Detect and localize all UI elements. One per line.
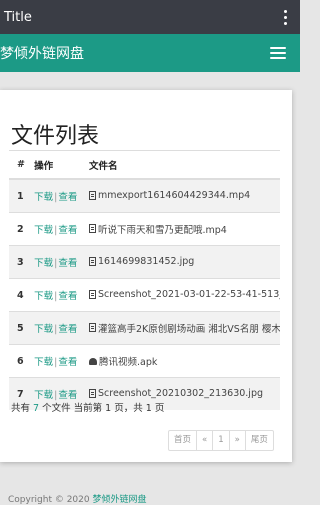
- col-header-number: #: [9, 150, 34, 180]
- download-link[interactable]: 下载: [34, 357, 53, 368]
- app-bar-title: Title: [4, 9, 32, 25]
- table-row: 6 下载|查看 腾讯视频.apk: [9, 344, 280, 378]
- row-number: 1: [9, 178, 34, 213]
- file-icon: [89, 190, 96, 200]
- row-number: 6: [9, 344, 34, 378]
- col-header-actions: 操作: [33, 150, 88, 180]
- download-link[interactable]: 下载: [34, 291, 53, 302]
- file-icon: [89, 224, 96, 234]
- view-link[interactable]: 查看: [58, 192, 77, 203]
- table-header-row: # 操作 文件名: [9, 150, 280, 180]
- pagination: 首页 « 1 » 尾页: [168, 430, 274, 451]
- footer-site-link[interactable]: 梦倾外链网盘: [92, 495, 146, 505]
- table-row: 4 下载|查看 Screenshot_2021-03-01-22-53-41-5…: [9, 278, 280, 312]
- file-name-text: Screenshot_2021-03-01-22-53-41-513_com.t: [98, 288, 280, 300]
- current-page[interactable]: 1: [212, 431, 228, 450]
- footer: Copyright © 2020 梦倾外链网盘: [8, 492, 146, 505]
- table-row: 5 下载|查看 灌篮高手2K原创剧场动画 湘北VS名朋 樱木花: [9, 311, 280, 345]
- file-count: 7: [33, 403, 40, 414]
- copyright-text: Copyright © 2020: [8, 495, 93, 505]
- file-name[interactable]: 1614699831452.jpg: [89, 256, 194, 267]
- file-name-text: mmexport1614604429344.mp4: [98, 189, 251, 201]
- first-page-button[interactable]: 首页: [169, 431, 196, 450]
- app-bar: Title: [0, 0, 300, 34]
- col-header-filename: 文件名: [88, 150, 280, 180]
- row-number: 5: [9, 311, 34, 345]
- file-icon: [89, 256, 96, 266]
- view-link[interactable]: 查看: [58, 357, 77, 368]
- file-name[interactable]: 灌篮高手2K原创剧场动画 湘北VS名朋 樱木花: [89, 321, 280, 335]
- page-title: 文件列表: [11, 124, 100, 149]
- next-page-button[interactable]: »: [228, 431, 245, 450]
- file-name-text: 1614699831452.jpg: [98, 255, 195, 267]
- site-title[interactable]: 梦倾外链网盘: [0, 43, 84, 63]
- file-icon: [89, 323, 96, 333]
- file-table: # 操作 文件名 1 下载|查看 mmexport1614604429344.m…: [9, 150, 280, 410]
- last-page-button[interactable]: 尾页: [244, 431, 273, 450]
- download-link[interactable]: 下载: [34, 192, 53, 203]
- view-link[interactable]: 查看: [58, 291, 77, 302]
- row-number: 3: [9, 245, 34, 279]
- download-link[interactable]: 下载: [34, 258, 53, 269]
- table-row: 2 下载|查看 听说下雨天和雪乃更配哦.mp4: [9, 212, 280, 246]
- file-name-text: Screenshot_20210302_213630.jpg: [98, 387, 264, 399]
- summary-suffix: 个文件 当前第 1 页，共 1 页: [42, 403, 165, 414]
- download-link[interactable]: 下载: [34, 324, 53, 335]
- row-number: 4: [9, 278, 34, 312]
- file-name[interactable]: 听说下雨天和雪乃更配哦.mp4: [89, 222, 227, 236]
- file-name[interactable]: 腾讯视频.apk: [89, 354, 157, 368]
- more-vert-icon[interactable]: [278, 7, 292, 27]
- file-count-summary: 共有 7 个文件 当前第 1 页，共 1 页: [11, 400, 164, 414]
- row-number: 2: [9, 212, 34, 246]
- view-link[interactable]: 查看: [58, 258, 77, 269]
- view-link[interactable]: 查看: [58, 324, 77, 335]
- file-name[interactable]: Screenshot_2021-03-01-22-53-41-513_com.t: [89, 289, 280, 300]
- file-name-text: 腾讯视频.apk: [99, 357, 158, 368]
- file-name-text: 灌篮高手2K原创剧场动画 湘北VS名朋 樱木花: [98, 323, 280, 335]
- file-name-text: 听说下雨天和雪乃更配哦.mp4: [98, 224, 227, 236]
- table-row: 1 下载|查看 mmexport1614604429344.mp4: [9, 178, 280, 213]
- file-name[interactable]: Screenshot_20210302_213630.jpg: [89, 388, 263, 399]
- site-navbar: 梦倾外链网盘: [0, 34, 300, 72]
- hamburger-icon[interactable]: [270, 47, 286, 59]
- download-link[interactable]: 下载: [34, 225, 53, 236]
- prev-page-button[interactable]: «: [196, 431, 212, 450]
- table-row: 3 下载|查看 1614699831452.jpg: [9, 245, 280, 279]
- file-icon: [89, 289, 96, 299]
- file-icon: [89, 388, 96, 398]
- view-link[interactable]: 查看: [58, 225, 77, 236]
- file-name[interactable]: mmexport1614604429344.mp4: [89, 190, 250, 201]
- summary-prefix: 共有: [11, 403, 31, 414]
- android-icon: [89, 357, 97, 365]
